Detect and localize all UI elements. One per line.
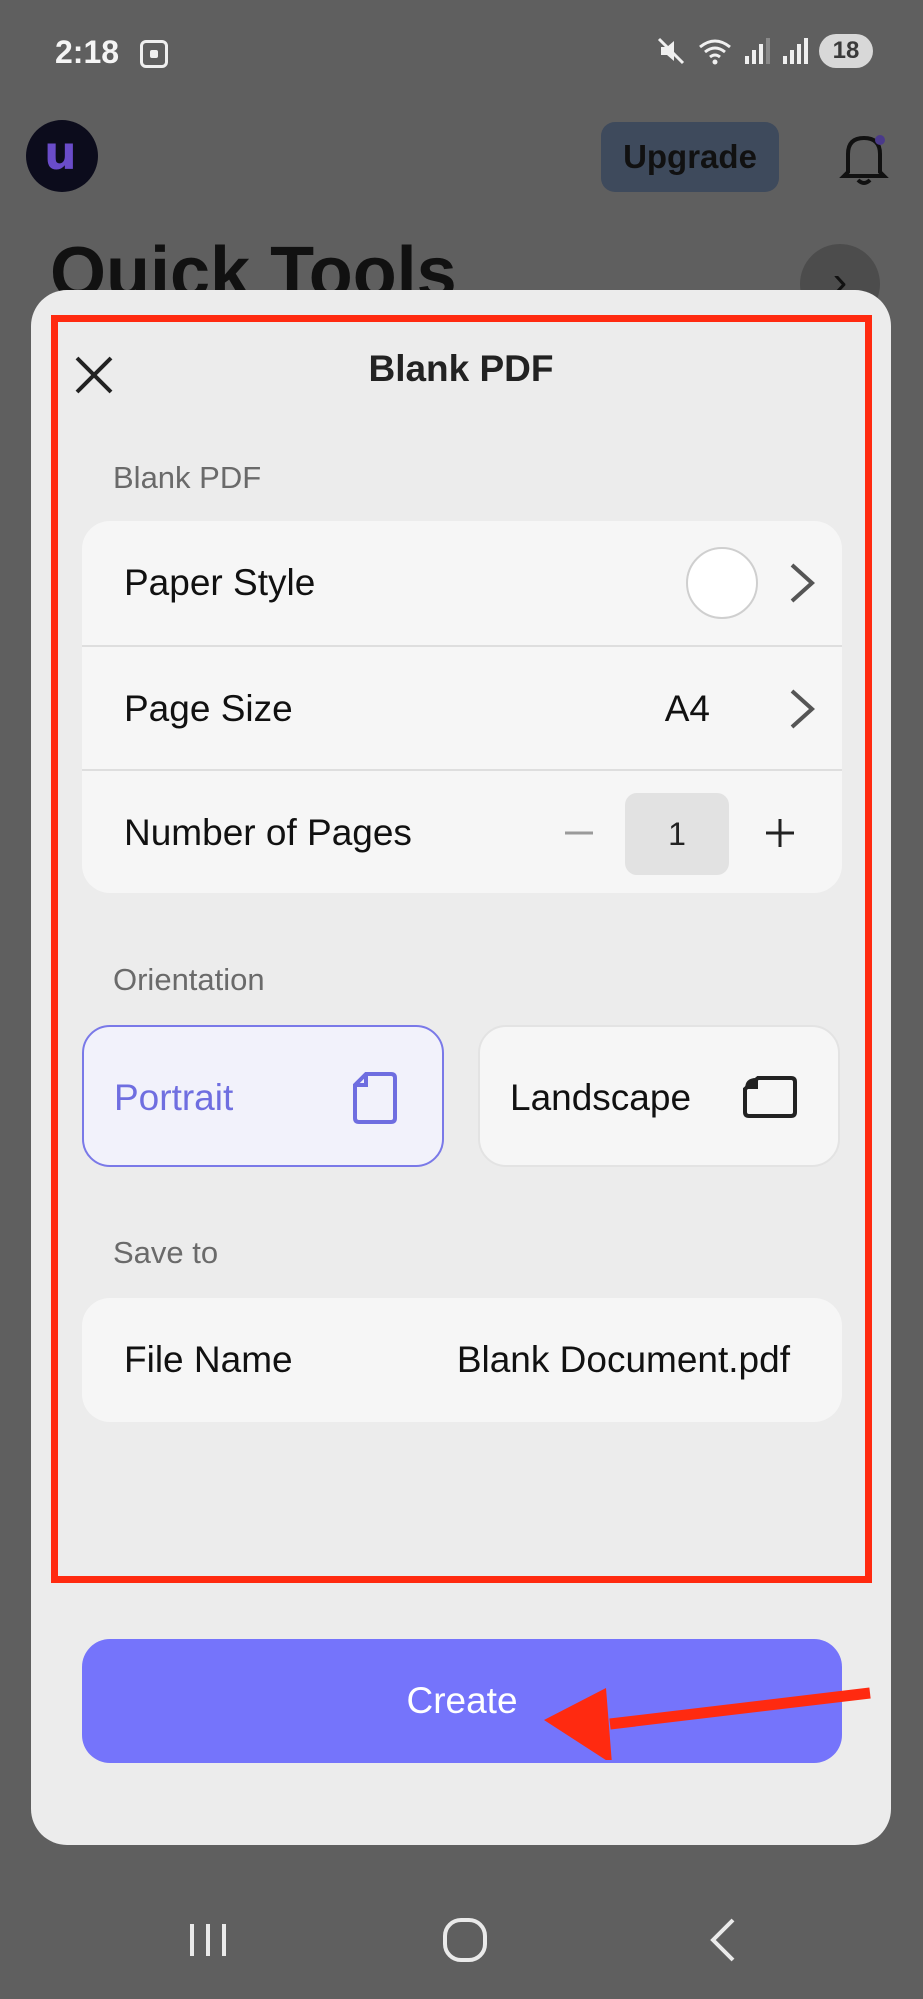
annotation-arrow-icon bbox=[544, 1687, 871, 1760]
back-icon[interactable] bbox=[695, 1910, 755, 1970]
recent-apps-icon[interactable] bbox=[178, 1910, 238, 1970]
wifi-icon bbox=[699, 39, 731, 65]
system-nav-bar bbox=[0, 1875, 923, 1999]
app-logo[interactable]: u bbox=[26, 120, 98, 192]
upgrade-button[interactable]: Upgrade bbox=[601, 122, 779, 192]
screenshot-icon bbox=[140, 40, 168, 68]
app-logo-letter: u bbox=[44, 126, 77, 180]
battery-icon: 18 bbox=[819, 34, 873, 68]
home-icon[interactable] bbox=[435, 1910, 495, 1970]
status-icons: 18 bbox=[655, 34, 873, 68]
status-bar: 2:18 18 bbox=[0, 0, 923, 110]
app-header: u Upgrade bbox=[0, 110, 923, 220]
annotation-highlight-box bbox=[51, 315, 872, 1583]
signal-icon bbox=[783, 38, 808, 64]
bell-icon[interactable] bbox=[838, 128, 890, 188]
signal-icon bbox=[745, 38, 770, 64]
status-time: 2:18 bbox=[55, 34, 120, 70]
mute-icon bbox=[657, 37, 685, 65]
